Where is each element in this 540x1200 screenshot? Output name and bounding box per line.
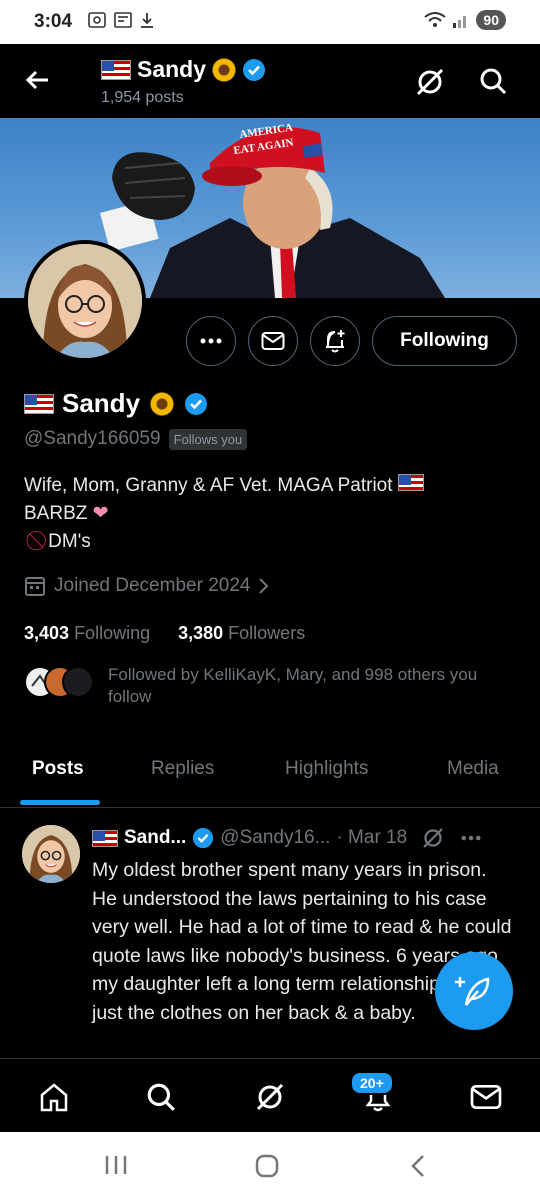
joined-text: Joined December 2024 (54, 575, 251, 596)
profile-handle: @Sandy166059 (24, 428, 161, 449)
joined-date[interactable]: Joined December 2024 (24, 575, 270, 597)
tweet-header: Sand... @Sandy16... · Mar 18 (92, 826, 522, 850)
us-flag-icon (24, 393, 54, 414)
home-icon (40, 1083, 68, 1112)
followed-by[interactable]: Followed by KelliKayK, Mary, and 998 oth… (24, 664, 524, 708)
tab-media[interactable]: Media (447, 758, 499, 780)
profile-bio: Wife, Mom, Granny & AF Vet. MAGA Patriot… (24, 472, 504, 556)
bio-line-3: 🚫︎DM's (24, 531, 91, 552)
home-button-icon[interactable] (255, 1154, 279, 1178)
us-flag-icon (101, 59, 131, 80)
more-dots-icon (200, 338, 222, 344)
header-name: Sandy (137, 56, 207, 82)
profile-name-row: Sandy (24, 388, 208, 419)
more-dots-icon[interactable] (461, 835, 481, 841)
profile-name: Sandy (62, 388, 141, 418)
search-icon[interactable] (478, 66, 508, 96)
back-button-icon[interactable] (410, 1154, 426, 1178)
tab-posts[interactable]: Posts (32, 758, 84, 780)
compose-button[interactable] (435, 952, 513, 1030)
prohibited-icon: 🚫︎ (24, 531, 49, 552)
signal-icon (453, 16, 467, 28)
notifications-badge: 20+ (350, 1071, 394, 1095)
more-options-button[interactable] (186, 316, 236, 366)
screenshot-icon (88, 12, 106, 28)
profile-header: Sandy 1,954 posts (0, 44, 540, 118)
mutual-follower-avatars (24, 666, 94, 698)
bio-line-1: Wife, Mom, Granny & AF Vet. MAGA Patriot (24, 472, 504, 500)
sunflower-icon (148, 389, 177, 418)
profile-handle-row: @Sandy166059 Follows you (24, 428, 248, 450)
us-flag-icon (92, 829, 118, 847)
bell-plus-icon (326, 330, 345, 353)
back-arrow-icon[interactable] (22, 64, 54, 96)
search-icon (147, 1083, 175, 1111)
verified-badge-icon (243, 58, 266, 81)
sunflower-icon (212, 57, 237, 82)
header-post-count: 1,954 posts (101, 89, 184, 106)
feather-plus-icon (455, 977, 490, 1006)
header-name-row: Sandy (101, 56, 266, 83)
tweet-author-name[interactable]: Sand... (124, 827, 186, 849)
message-button[interactable] (248, 316, 298, 366)
bio-line-2: BARBZ ❤ (24, 503, 109, 524)
pink-heart-icon: ❤ (92, 503, 109, 524)
followers-count-link[interactable]: 3,380 Followers (178, 623, 305, 644)
following-button[interactable]: Following (372, 316, 517, 366)
nav-messages[interactable] (468, 1079, 504, 1115)
nav-home[interactable] (36, 1079, 72, 1115)
tweet-avatar[interactable] (22, 825, 80, 883)
grok-icon[interactable] (421, 826, 445, 850)
active-tab-indicator (20, 800, 100, 805)
grok-icon (256, 1083, 284, 1111)
bottom-navigation: 20+ (0, 1058, 540, 1132)
envelope-icon (470, 1085, 502, 1109)
nav-grok[interactable] (252, 1079, 288, 1115)
tweet-date[interactable]: · Mar 18 (336, 827, 407, 849)
verified-badge-icon[interactable] (184, 392, 208, 416)
profile-avatar[interactable] (24, 240, 146, 362)
download-icon (141, 13, 153, 28)
notify-button[interactable] (310, 316, 360, 366)
battery-level: 90 (476, 10, 506, 30)
status-time: 3:04 (34, 11, 73, 32)
envelope-icon (261, 332, 285, 350)
grok-icon[interactable] (414, 66, 446, 98)
status-notification-icons (88, 12, 154, 28)
calendar-icon (25, 577, 45, 596)
news-icon (114, 12, 132, 28)
recent-apps-icon[interactable] (104, 1154, 128, 1176)
status-bar: 3:04 90 (0, 0, 540, 44)
nav-search[interactable] (143, 1079, 179, 1115)
profile-tabs: Posts Replies Highlights Media (0, 740, 540, 808)
tab-replies[interactable]: Replies (151, 758, 214, 780)
system-navigation-bar (0, 1132, 540, 1200)
us-flag-icon (397, 474, 424, 491)
tweet-author-handle: @Sandy16... (220, 827, 331, 848)
follow-counts: 3,403 Following 3,380 Followers (24, 623, 305, 644)
verified-badge-icon (193, 827, 214, 849)
following-count-link[interactable]: 3,403 Following (24, 623, 150, 644)
followed-by-text: Followed by KelliKayK, Mary, and 998 oth… (108, 665, 478, 706)
wifi-icon (424, 12, 447, 27)
chevron-right-icon (259, 578, 269, 594)
follows-you-badge: Follows you (168, 428, 248, 450)
status-system-icons: 90 (424, 10, 506, 30)
tab-highlights[interactable]: Highlights (285, 758, 368, 780)
